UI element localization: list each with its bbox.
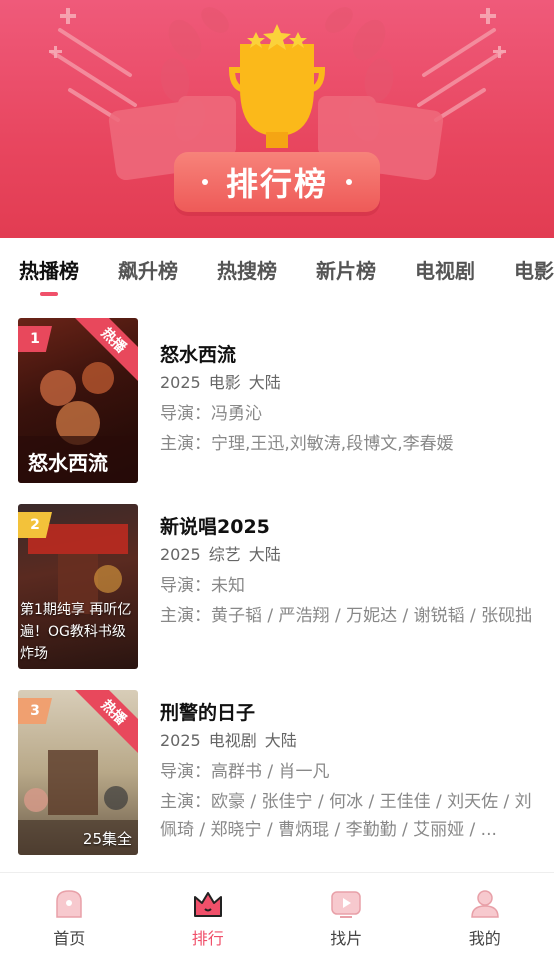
poster-image[interactable]: 3 热播 25集全: [18, 690, 138, 855]
tab-hot-search[interactable]: 热搜榜: [217, 255, 277, 284]
banner-title-text: 排行榜: [225, 165, 328, 203]
item-info: 刑警的日子 2025 电视剧 大陆 导演：高群书 / 肖一凡 主演：欧豪 / 张佳宁…: [160, 700, 540, 844]
nav-ranking[interactable]: 排行: [139, 873, 278, 953]
item-year: 2025: [160, 545, 201, 564]
item-meta: 2025 电视剧 大陆: [160, 730, 540, 752]
nav-find[interactable]: 找片: [277, 873, 416, 953]
nav-mine-label: 我的: [468, 929, 501, 948]
tab-hot[interactable]: 热播榜: [19, 255, 79, 284]
item-type: 电视剧: [208, 731, 257, 750]
list-item[interactable]: 怒水西流 1 热播 怒水西流 2025 电影 大陆 导演：冯勇沁 主演：宁理,王迅,…: [0, 318, 554, 484]
item-region: 大陆: [248, 373, 281, 392]
item-region: 大陆: [264, 731, 297, 750]
item-actors: 主演：欧豪 / 张佳宁 / 何冰 / 王佳佳 / 刘天佐 / 刘佩琦 / 郑晓宁…: [160, 792, 532, 840]
crown-icon: [193, 892, 222, 917]
poster-image[interactable]: 怒水西流 1 热播: [18, 318, 138, 483]
plate-dot-right: [346, 179, 352, 185]
item-type: 电影: [208, 373, 241, 392]
item-year: 2025: [160, 373, 201, 392]
item-director: 导演：冯勇沁: [160, 404, 262, 424]
list-item[interactable]: 3 热播 25集全 刑警的日子 2025 电视剧 大陆 导演：高群书 / 肖一凡 主…: [0, 690, 554, 856]
list-item[interactable]: 2 第1期纯享 再听亿遍！OG教科书级炸场 新说唱2025 2025 综艺 大陆 导…: [0, 504, 554, 670]
trophy-icon: [228, 24, 326, 148]
item-actors: 主演：黄子韬 / 严浩翔 / 万妮达 / 谢锐韬 / 张砚拙: [160, 606, 533, 626]
item-director: 导演：高群书 / 肖一凡: [160, 762, 330, 782]
plate-dot-left: [201, 179, 208, 185]
item-year: 2025: [160, 731, 201, 750]
banner-title: 排行榜: [174, 152, 380, 212]
episode-count: 25集全: [82, 830, 132, 848]
item-actors: 主演：宁理,王迅,刘敏涛,段博文,李春媛: [160, 434, 454, 454]
nav-ranking-label: 排行: [191, 929, 224, 948]
tab-new[interactable]: 新片榜: [316, 255, 376, 284]
bottom-nav: 首页 排行 找片 我的: [0, 872, 554, 953]
user-icon: [470, 890, 499, 918]
item-region: 大陆: [248, 545, 281, 564]
tv-play-icon: [331, 891, 361, 918]
tab-movie[interactable]: 电影: [514, 255, 554, 284]
nav-home-label: 首页: [53, 929, 86, 948]
tab-rising[interactable]: 飙升榜: [118, 255, 178, 284]
item-title[interactable]: 刑警的日子: [160, 700, 540, 726]
ranking-tabs: 热播榜 飙升榜 热搜榜 新片榜 电视剧 电影: [0, 238, 554, 300]
item-meta: 2025 综艺 大陆: [160, 544, 540, 566]
poster-caption: 第1期纯享 再听亿遍！OG教科书级炸场: [20, 602, 132, 662]
item-info: 新说唱2025 2025 综艺 大陆 导演：未知 主演：黄子韬 / 严浩翔 / 万妮…: [160, 514, 540, 630]
item-type: 综艺: [208, 545, 241, 564]
poster-image[interactable]: 2 第1期纯享 再听亿遍！OG教科书级炸场: [18, 504, 138, 669]
item-title[interactable]: 新说唱2025: [160, 514, 540, 540]
item-title[interactable]: 怒水西流: [160, 342, 540, 368]
item-meta: 2025 电影 大陆: [160, 372, 540, 394]
item-info: 怒水西流 2025 电影 大陆 导演：冯勇沁 主演：宁理,王迅,刘敏涛,段博文,李春…: [160, 342, 540, 458]
nav-home[interactable]: 首页: [0, 873, 139, 953]
nav-mine[interactable]: 我的: [416, 873, 554, 953]
nav-find-label: 找片: [330, 929, 363, 948]
tab-tv[interactable]: 电视剧: [415, 255, 475, 284]
ranking-banner: 排行榜: [0, 0, 554, 238]
svg-text:怒水西流: 怒水西流: [28, 451, 108, 475]
item-director: 导演：未知: [160, 576, 245, 596]
home-icon: [56, 890, 82, 918]
